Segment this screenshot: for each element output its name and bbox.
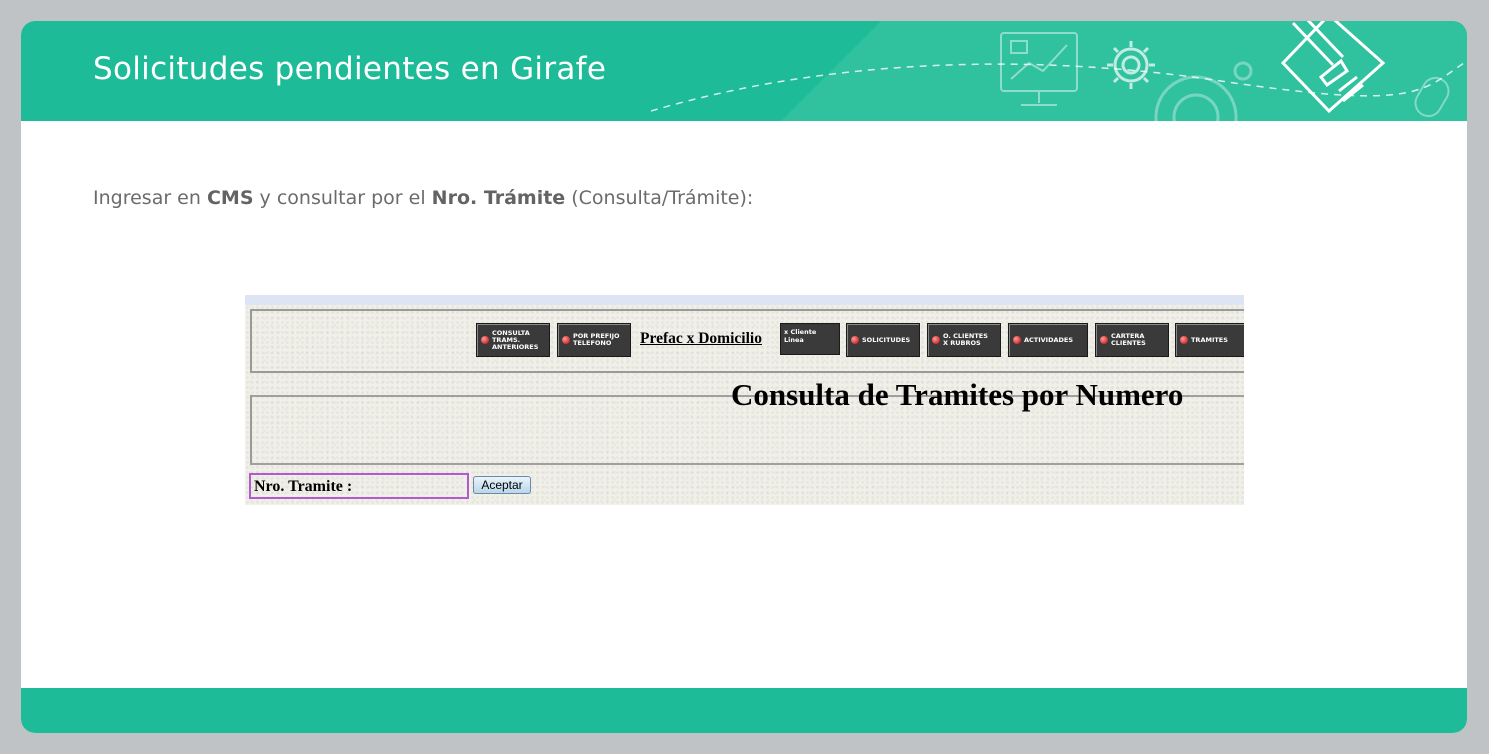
nav-button-tramites[interactable]: Tramites [1175,323,1244,357]
slide-footer [21,688,1467,733]
red-bullet-icon [1180,336,1188,344]
red-bullet-icon [1013,336,1021,344]
red-bullet-icon [1100,336,1108,344]
instruction-part: (Consulta/Trámite): [565,187,754,209]
instruction-text: Ingresar en CMS y consultar por el Nro. … [93,187,753,209]
browser-top-band [245,295,1244,305]
instruction-part: Ingresar en [93,187,207,209]
slide-header: Solicitudes pendientes en Girafe [21,21,1467,121]
red-bullet-icon [562,336,570,344]
form-title: Consulta de Tramites por Numero [731,377,1184,412]
red-bullet-icon [481,336,489,344]
nro-tramite-label: Nro. Tramite : [254,478,353,495]
nav-button-label: Cartera Clientes [1111,332,1146,347]
nav-frame: Consulta Trams. Anteriores Por prefijo T… [250,309,1244,373]
red-bullet-icon [851,336,859,344]
nav-button-label: Solicitudes [862,335,911,344]
nro-tramite-field[interactable]: Nro. Tramite : [249,473,469,499]
cms-screenshot: Consulta Trams. Anteriores Por prefijo T… [245,295,1244,505]
red-bullet-icon [932,336,940,344]
instruction-nro-tramite: Nro. Trámite [431,187,566,209]
nav-button-label: Por prefijo Telefono [573,332,620,347]
slide-title: Solicitudes pendientes en Girafe [93,51,607,87]
nav-button-o-clientes[interactable]: O. Clientes x Rubros [927,323,1001,357]
divider-vertical [250,395,252,465]
nav-button-por-prefijo[interactable]: Por prefijo Telefono [557,323,631,357]
nav-button-solicitudes[interactable]: Solicitudes [846,323,920,357]
nav-button-actividades[interactable]: Actividades [1008,323,1088,357]
nav-button-cartera-clientes[interactable]: Cartera Clientes [1095,323,1169,357]
nav-button-consulta-trams[interactable]: Consulta Trams. Anteriores [476,323,550,357]
nav-button-label: Consulta Trams. Anteriores [492,328,539,351]
aceptar-button[interactable]: Aceptar [473,476,531,494]
nav-button-label: O. Clientes x Rubros [943,332,988,347]
nav-button-label: Tramites [1191,335,1228,344]
nav-button-x-cliente-linea[interactable]: x Cliente Linea [780,323,840,355]
nav-link-prefac-domicilio[interactable]: Prefac x Domicilio [640,330,762,348]
nav-button-label: Actividades [1024,335,1074,344]
instruction-cms: CMS [206,187,254,209]
instruction-part: y consultar por el [253,187,432,209]
divider [250,463,1244,465]
slide: Solicitudes pendientes en Girafe Ingresa… [21,21,1467,733]
